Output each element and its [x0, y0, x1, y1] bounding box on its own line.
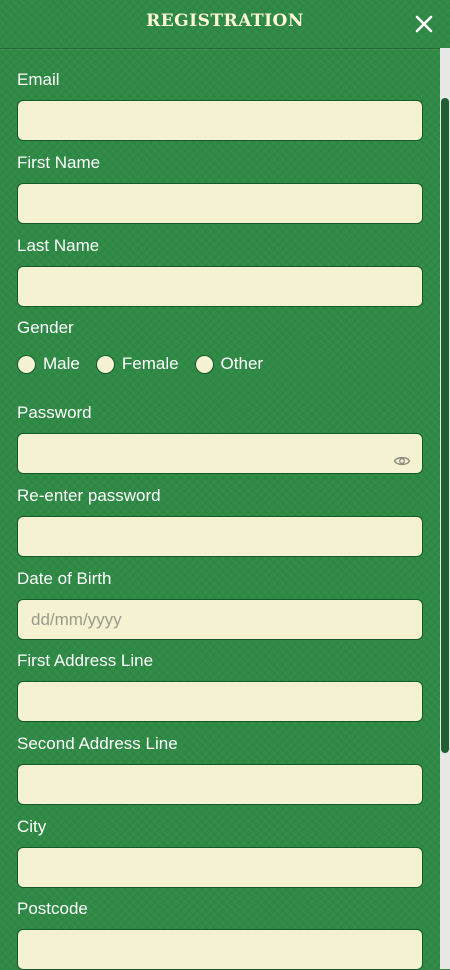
password-group: Password — [17, 403, 423, 474]
reenter-password-input[interactable] — [31, 517, 409, 557]
email-group: Email — [17, 70, 423, 141]
gender-group: Gender Male Female Other — [17, 318, 423, 376]
gender-label: Gender — [17, 318, 74, 337]
first-name-label: First Name — [17, 153, 101, 172]
page-title: REGISTRATION — [146, 11, 304, 31]
close-icon[interactable] — [410, 10, 438, 38]
password-label: Password — [17, 403, 92, 422]
radio-label-male: Male — [43, 354, 80, 373]
radio-circle[interactable] — [194, 354, 214, 374]
radio-circle[interactable] — [17, 354, 36, 374]
gender-radio-female[interactable]: Female — [95, 354, 179, 374]
radio-label-female: Female — [121, 354, 179, 373]
dob-label: Date of Birth — [17, 569, 112, 588]
gender-radio-group: Male Female Other — [17, 352, 423, 376]
address1-label: First Address Line — [17, 651, 154, 670]
city-field[interactable] — [17, 847, 423, 888]
scrollbar-thumb[interactable] — [441, 98, 449, 753]
reenter-password-label: Re-enter password — [17, 486, 161, 505]
last-name-group: Last Name — [17, 236, 423, 307]
email-label: Email — [17, 70, 60, 89]
city-input[interactable] — [31, 848, 409, 888]
password-field[interactable] — [17, 433, 423, 474]
eye-icon[interactable] — [393, 445, 411, 466]
postcode-group: Postcode — [17, 899, 423, 970]
password-input[interactable] — [31, 434, 409, 474]
gender-radio-other[interactable]: Other — [194, 354, 264, 374]
address1-field[interactable] — [17, 681, 423, 722]
postcode-input[interactable] — [31, 930, 409, 970]
postcode-label: Postcode — [17, 899, 88, 918]
first-name-group: First Name — [17, 153, 423, 224]
address1-group: First Address Line — [17, 651, 423, 722]
address2-input[interactable] — [31, 765, 409, 805]
first-name-field[interactable] — [17, 183, 423, 224]
address2-field[interactable] — [17, 764, 423, 805]
last-name-input[interactable] — [31, 267, 409, 307]
reenter-password-group: Re-enter password — [17, 486, 423, 557]
email-field[interactable] — [17, 100, 423, 141]
address2-label: Second Address Line — [17, 734, 178, 753]
last-name-label: Last Name — [17, 236, 100, 255]
scrollbar[interactable] — [440, 48, 450, 969]
address2-group: Second Address Line — [17, 734, 423, 805]
modal-header: REGISTRATION — [0, 0, 450, 49]
postcode-field[interactable] — [17, 929, 423, 970]
last-name-field[interactable] — [17, 266, 423, 307]
address1-input[interactable] — [31, 682, 409, 722]
dob-field[interactable] — [17, 599, 423, 640]
reenter-password-field[interactable] — [17, 516, 423, 557]
radio-label-other: Other — [220, 354, 264, 373]
email-input[interactable] — [31, 101, 409, 141]
dob-input[interactable] — [31, 600, 409, 640]
dob-group: Date of Birth — [17, 569, 423, 640]
gender-radio-male[interactable]: Male — [17, 354, 80, 374]
first-name-input[interactable] — [31, 184, 409, 224]
city-label: City — [17, 817, 47, 836]
radio-circle[interactable] — [95, 354, 115, 374]
city-group: City — [17, 817, 423, 888]
